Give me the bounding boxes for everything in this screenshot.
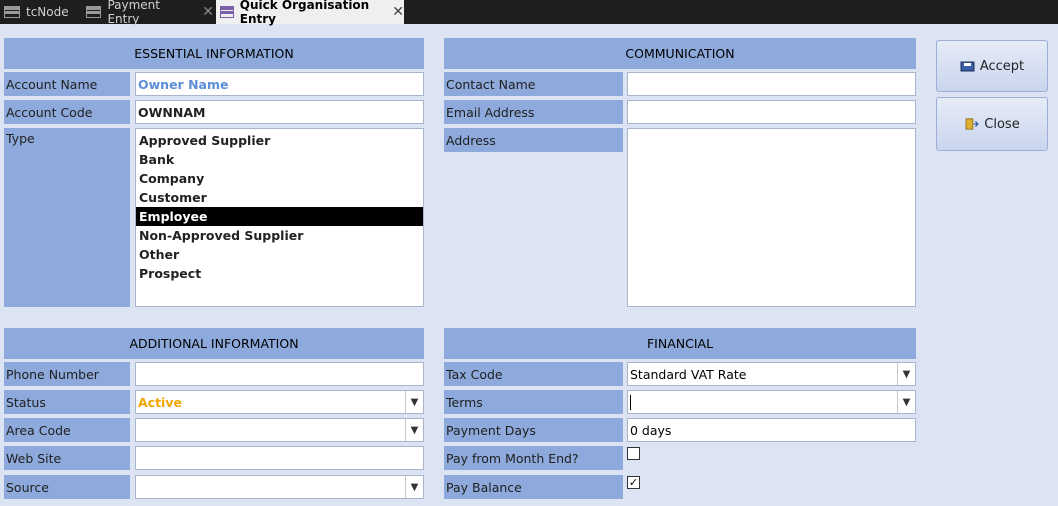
type-option[interactable]: Customer <box>136 188 423 207</box>
form-icon <box>220 6 234 18</box>
pay-month-end-label: Pay from Month End? <box>444 446 623 470</box>
pay-balance-checkbox[interactable]: ✓ <box>627 476 640 489</box>
web-site-field[interactable] <box>135 446 424 470</box>
close-label: Close <box>984 116 1020 132</box>
type-listbox[interactable]: Approved Supplier Bank Company Customer … <box>135 128 424 307</box>
type-option[interactable]: Other <box>136 245 423 264</box>
type-option[interactable]: Prospect <box>136 264 423 283</box>
pay-balance-label: Pay Balance <box>444 475 623 499</box>
source-label: Source <box>4 475 130 499</box>
phone-number-label: Phone Number <box>4 362 130 386</box>
tab-label: Quick Organisation Entry <box>239 0 370 26</box>
terms-dropdown[interactable]: ▼ <box>627 390 916 414</box>
chevron-down-icon[interactable]: ▼ <box>897 363 915 385</box>
close-icon[interactable]: ✕ <box>202 4 214 20</box>
area-code-label: Area Code <box>4 418 130 442</box>
tab-payment-entry[interactable]: Payment Entry ✕ <box>82 0 214 26</box>
source-dropdown[interactable]: ▼ <box>135 475 424 499</box>
payment-days-label: Payment Days <box>444 418 623 442</box>
chevron-down-icon[interactable]: ▼ <box>897 391 915 413</box>
account-name-field[interactable]: Owner Name <box>135 72 424 96</box>
exit-door-icon <box>965 118 980 130</box>
type-option[interactable]: Bank <box>136 150 423 169</box>
tab-label: Payment Entry <box>107 0 160 26</box>
tab-label: tcNode <box>26 5 69 19</box>
email-address-field[interactable] <box>627 100 916 124</box>
tax-code-dropdown[interactable]: Standard VAT Rate ▼ <box>627 362 916 386</box>
chevron-down-icon[interactable]: ▼ <box>405 419 423 441</box>
text-cursor <box>630 394 631 410</box>
save-record-icon <box>960 61 975 72</box>
close-icon[interactable]: ✕ <box>392 4 404 20</box>
email-address-label: Email Address <box>444 100 623 124</box>
financial-header: FINANCIAL <box>444 328 916 359</box>
contact-name-field[interactable] <box>627 72 916 96</box>
pay-month-end-checkbox[interactable] <box>627 447 640 460</box>
area-code-dropdown[interactable]: ▼ <box>135 418 424 442</box>
tab-tcnode[interactable]: tcNode <box>0 0 78 24</box>
address-label: Address <box>444 128 623 152</box>
accept-button[interactable]: Accept <box>936 40 1048 92</box>
type-label: Type <box>4 128 130 307</box>
tab-quick-organisation-entry[interactable]: Quick Organisation Entry ✕ <box>216 0 404 26</box>
type-option-selected[interactable]: Employee <box>136 207 423 226</box>
status-dropdown[interactable]: Active ▼ <box>135 390 424 414</box>
status-label: Status <box>4 390 130 414</box>
additional-information-header: ADDITIONAL INFORMATION <box>4 328 424 359</box>
type-option[interactable]: Non-Approved Supplier <box>136 226 423 245</box>
essential-information-header: ESSENTIAL INFORMATION <box>4 38 424 69</box>
phone-number-field[interactable] <box>135 362 424 386</box>
status-value: Active <box>138 394 182 410</box>
communication-header: COMMUNICATION <box>444 38 916 69</box>
web-site-label: Web Site <box>4 446 130 470</box>
type-option[interactable]: Company <box>136 169 423 188</box>
close-button[interactable]: Close <box>936 97 1048 151</box>
chevron-down-icon[interactable]: ▼ <box>405 476 423 498</box>
payment-days-field[interactable]: 0 days <box>627 418 916 442</box>
address-field[interactable] <box>627 128 916 307</box>
type-option[interactable]: Approved Supplier <box>136 131 423 150</box>
tax-code-value: Standard VAT Rate <box>630 366 747 382</box>
account-code-field[interactable]: OWNNAM <box>135 100 424 124</box>
form-icon <box>4 6 20 18</box>
account-code-label: Account Code <box>4 100 130 124</box>
form-icon <box>86 6 102 18</box>
accept-label: Accept <box>979 58 1025 74</box>
chevron-down-icon[interactable]: ▼ <box>405 391 423 413</box>
account-name-label: Account Name <box>4 72 130 96</box>
tax-code-label: Tax Code <box>444 362 623 386</box>
terms-label: Terms <box>444 390 623 414</box>
contact-name-label: Contact Name <box>444 72 623 96</box>
